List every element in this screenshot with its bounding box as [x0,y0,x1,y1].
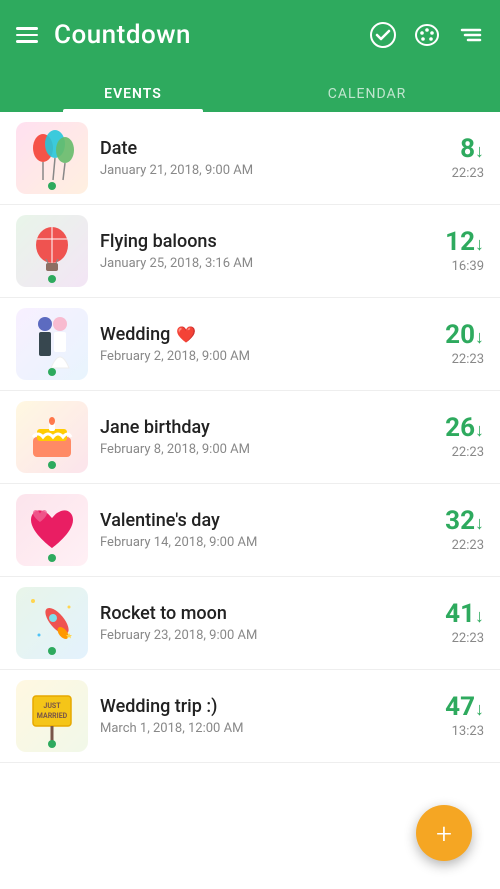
event-date: February 8, 2018, 9:00 AM [100,442,412,457]
heart-emoji: ❤️ [176,325,196,344]
countdown-days: 8↓ [424,135,484,164]
event-name: Date [100,138,412,159]
countdown-days: 26↓ [424,414,484,443]
list-item[interactable]: Date January 21, 2018, 9:00 AM 8↓ 22:23 [0,112,500,205]
countdown-days: 20↓ [424,321,484,350]
event-countdown: 26↓ 22:23 [424,414,484,460]
header-icons [370,22,484,48]
event-date: February 23, 2018, 9:00 AM [100,628,412,643]
sort-icon[interactable] [458,22,484,48]
event-countdown: 47↓ 13:23 [424,693,484,739]
app-header: Countdown [0,0,500,112]
event-info: Rocket to moon February 23, 2018, 9:00 A… [88,603,424,643]
event-thumbnail [16,494,88,566]
list-item[interactable]: Flying baloons January 25, 2018, 3:16 AM… [0,205,500,298]
app-title: Countdown [54,20,354,50]
list-item[interactable]: Rocket to moon February 23, 2018, 9:00 A… [0,577,500,670]
list-item[interactable]: Jane birthday February 8, 2018, 9:00 AM … [0,391,500,484]
event-countdown: 12↓ 16:39 [424,228,484,274]
add-event-button[interactable]: + [416,805,472,861]
event-thumbnail: JUST MARRIED [16,680,88,752]
tab-calendar[interactable]: CALENDAR [250,86,484,112]
event-date: January 21, 2018, 9:00 AM [100,163,412,178]
countdown-days: 47↓ [424,693,484,722]
event-info: Wedding ❤️ February 2, 2018, 9:00 AM [88,324,424,364]
list-item[interactable]: Valentine's day February 14, 2018, 9:00 … [0,484,500,577]
event-date: February 14, 2018, 9:00 AM [100,535,412,550]
event-countdown: 20↓ 22:23 [424,321,484,367]
list-item[interactable]: JUST MARRIED Wedding trip :) March 1, 20… [0,670,500,763]
event-thumbnail [16,215,88,287]
event-name: Rocket to moon [100,603,412,624]
menu-icon[interactable] [16,27,38,43]
event-name: Valentine's day [100,510,412,531]
countdown-time: 16:39 [424,259,484,274]
event-thumbnail [16,401,88,473]
event-name: Wedding ❤️ [100,324,412,345]
countdown-time: 13:23 [424,724,484,739]
countdown-time: 22:23 [424,352,484,367]
event-thumbnail [16,122,88,194]
countdown-days: 41↓ [424,600,484,629]
event-date: March 1, 2018, 12:00 AM [100,721,412,736]
event-info: Valentine's day February 14, 2018, 9:00 … [88,510,424,550]
list-item[interactable]: Wedding ❤️ February 2, 2018, 9:00 AM 20↓… [0,298,500,391]
events-list: Date January 21, 2018, 9:00 AM 8↓ 22:23 [0,112,500,889]
event-date: February 2, 2018, 9:00 AM [100,349,412,364]
svg-text:MARRIED: MARRIED [37,712,68,720]
event-info: Jane birthday February 8, 2018, 9:00 AM [88,417,424,457]
countdown-time: 22:23 [424,166,484,181]
event-countdown: 8↓ 22:23 [424,135,484,181]
svg-text:JUST: JUST [43,702,61,710]
event-info: Date January 21, 2018, 9:00 AM [88,138,424,178]
event-countdown: 41↓ 22:23 [424,600,484,646]
header-top: Countdown [16,0,484,70]
event-thumbnail [16,308,88,380]
countdown-days: 12↓ [424,228,484,257]
countdown-time: 22:23 [424,538,484,553]
event-info: Flying baloons January 25, 2018, 3:16 AM [88,231,424,271]
check-icon[interactable] [370,22,396,48]
event-name: Jane birthday [100,417,412,438]
tab-bar: EVENTS CALENDAR [16,70,484,112]
countdown-time: 22:23 [424,631,484,646]
event-countdown: 32↓ 22:23 [424,507,484,553]
countdown-days: 32↓ [424,507,484,536]
palette-icon[interactable] [414,22,440,48]
countdown-time: 22:23 [424,445,484,460]
event-info: Wedding trip :) March 1, 2018, 12:00 AM [88,696,424,736]
event-name: Wedding trip :) [100,696,412,717]
event-name: Flying baloons [100,231,412,252]
event-thumbnail [16,587,88,659]
event-date: January 25, 2018, 3:16 AM [100,256,412,271]
tab-events[interactable]: EVENTS [16,86,250,112]
